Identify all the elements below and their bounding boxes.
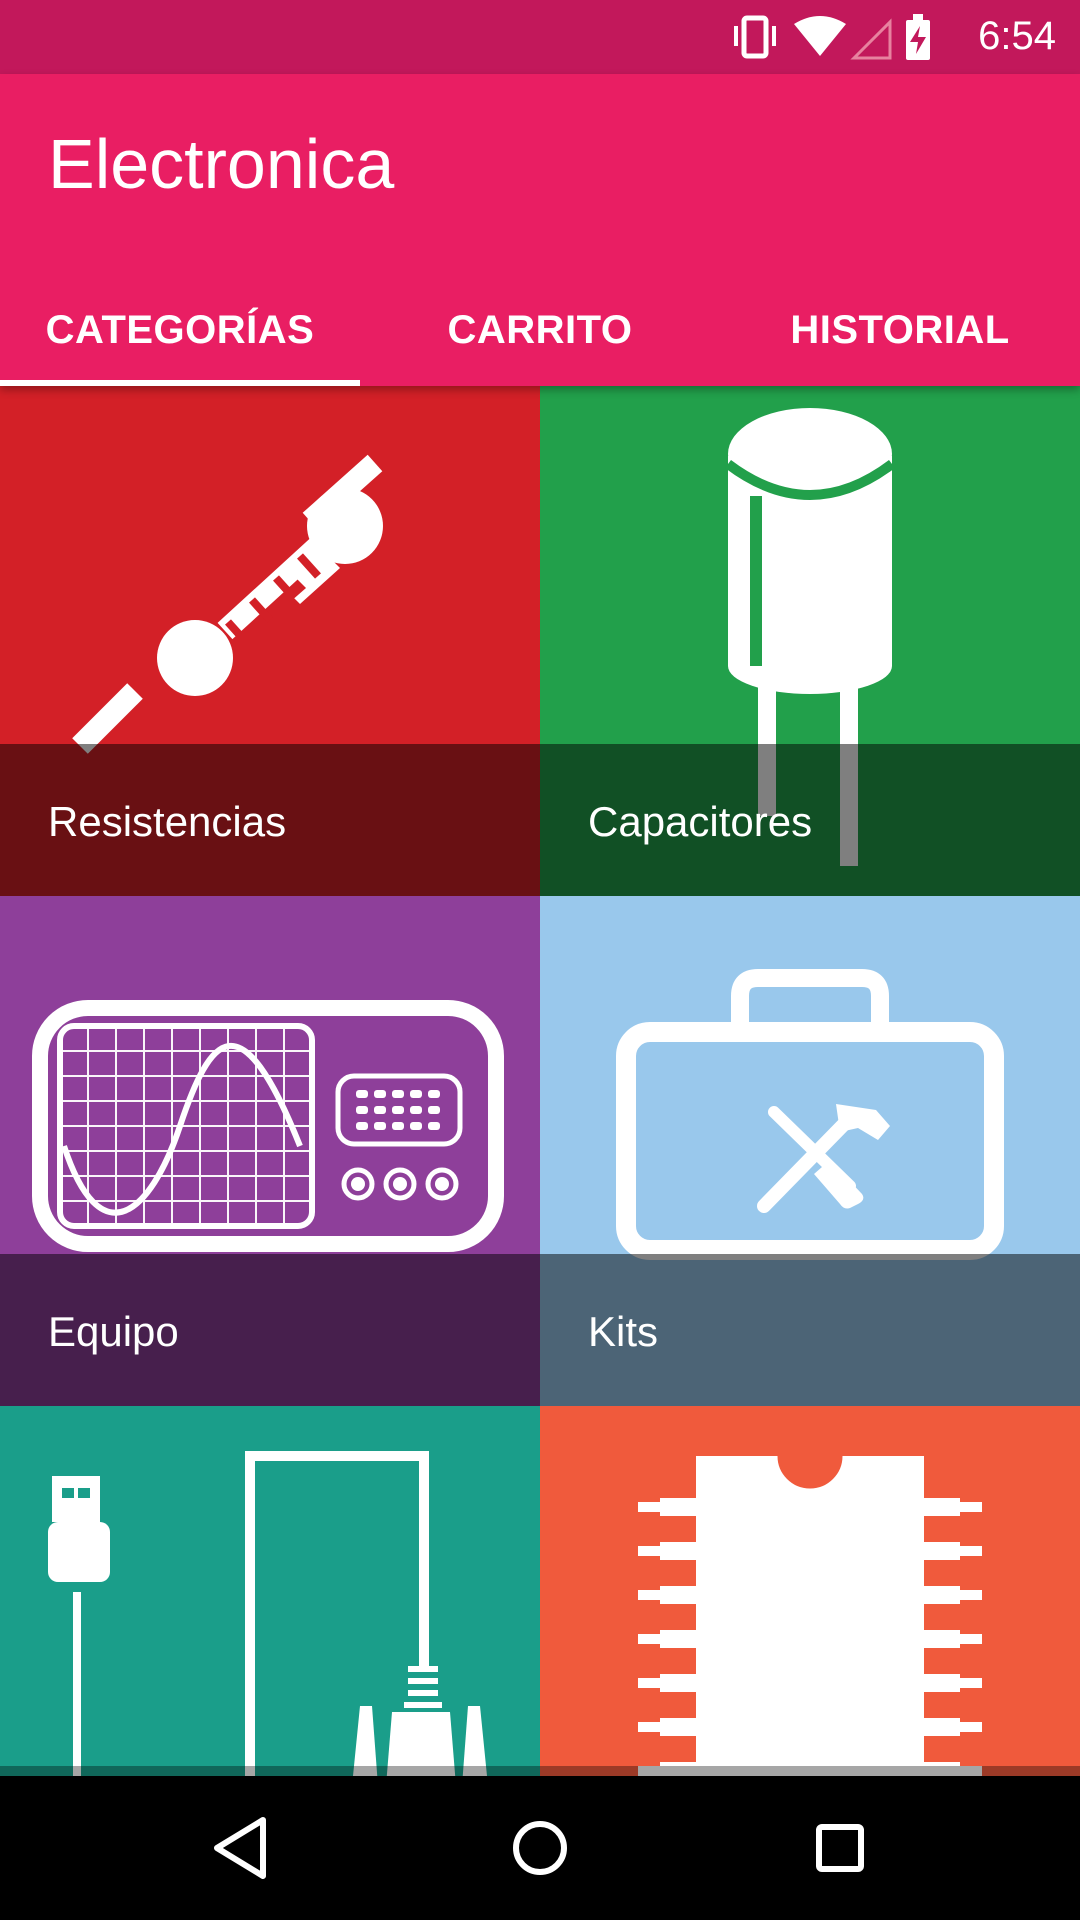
status-bar: 6:54 bbox=[0, 0, 1080, 74]
usb-cable-icon bbox=[48, 1451, 487, 1776]
navigation-bar bbox=[0, 1776, 1080, 1920]
cell-signal-icon bbox=[850, 18, 892, 60]
tab-label: CARRITO bbox=[447, 307, 633, 352]
category-grid: Resistencias Capacitores Equipo Kits bbox=[0, 386, 1080, 1776]
app-bar: Electronica CATEGORÍAS CARRITO HISTORIAL bbox=[0, 74, 1080, 386]
status-time: 6:54 bbox=[978, 14, 1056, 58]
chip-icon bbox=[638, 1455, 982, 1776]
tab-historial[interactable]: HISTORIAL bbox=[720, 274, 1080, 386]
tab-categorias[interactable]: CATEGORÍAS bbox=[0, 274, 360, 386]
tile-label: Kits bbox=[588, 1308, 659, 1355]
category-tile-capacitores[interactable]: Capacitores bbox=[540, 386, 1080, 896]
tab-label: HISTORIAL bbox=[790, 307, 1010, 352]
back-icon[interactable] bbox=[195, 1808, 285, 1888]
vibrate-icon bbox=[734, 15, 776, 59]
category-tile-circuitos[interactable] bbox=[540, 1406, 1080, 1776]
tab-indicator bbox=[0, 380, 360, 386]
category-tile-kits[interactable]: Kits bbox=[540, 896, 1080, 1406]
recents-icon[interactable] bbox=[795, 1808, 885, 1888]
tile-label: Equipo bbox=[48, 1308, 179, 1355]
category-tile-cables[interactable] bbox=[0, 1406, 540, 1776]
tab-label: CATEGORÍAS bbox=[45, 307, 315, 352]
status-icons bbox=[734, 14, 930, 60]
home-icon[interactable] bbox=[495, 1808, 585, 1888]
tile-label: Capacitores bbox=[588, 798, 813, 845]
tab-carrito[interactable]: CARRITO bbox=[360, 274, 720, 386]
tools-icon bbox=[757, 1104, 890, 1213]
tab-bar: CATEGORÍAS CARRITO HISTORIAL bbox=[0, 274, 1080, 386]
battery-charging-icon bbox=[906, 14, 930, 60]
app-title: Electronica bbox=[48, 125, 395, 203]
wifi-icon bbox=[794, 16, 846, 56]
tile-label: Resistencias bbox=[48, 798, 287, 845]
tile-label-overlay-peek bbox=[0, 1766, 1080, 1776]
category-tile-resistencias[interactable]: Resistencias bbox=[0, 386, 540, 896]
category-tile-equipo[interactable]: Equipo bbox=[0, 896, 540, 1406]
